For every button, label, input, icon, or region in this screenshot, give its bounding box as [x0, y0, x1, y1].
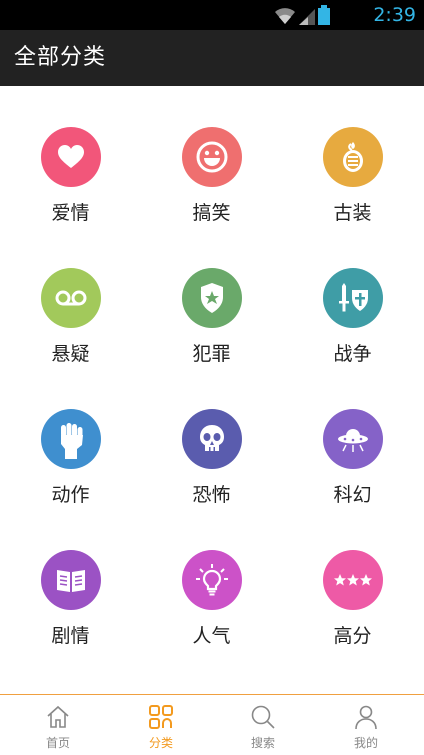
tab-categories[interactable]: 分类	[108, 695, 214, 755]
fist-icon	[61, 423, 83, 459]
tab-label: 搜索	[250, 736, 275, 750]
category-label: 爱情	[51, 202, 90, 224]
category-top-rated[interactable]: 高分	[282, 509, 423, 650]
status-time: 2:39	[373, 4, 416, 26]
category-crime[interactable]: 犯罪	[141, 227, 282, 368]
category-label: 科幻	[333, 484, 372, 506]
tab-label: 首页	[45, 736, 70, 750]
category-circle	[323, 550, 383, 610]
category-costume[interactable]: 古装	[282, 86, 423, 227]
lightbulb-icon	[196, 564, 228, 596]
tab-label: 我的	[353, 736, 378, 750]
category-label: 悬疑	[51, 343, 90, 365]
stars-icon	[334, 574, 372, 586]
category-action[interactable]: 动作	[0, 368, 141, 509]
police-badge-icon	[201, 283, 223, 313]
book-icon	[57, 570, 85, 592]
status-bar: 2:39	[0, 0, 424, 30]
category-circle	[41, 268, 101, 328]
category-circle	[41, 127, 101, 187]
bottom-tab-bar: 首页 分类 搜索 我的	[0, 694, 424, 755]
search-icon	[251, 705, 275, 729]
tab-label: 分类	[148, 736, 173, 750]
category-circle	[323, 268, 383, 328]
category-label: 搞笑	[192, 202, 231, 224]
user-icon	[355, 705, 377, 730]
ufo-icon	[338, 429, 368, 452]
tab-search[interactable]: 搜索	[210, 695, 316, 755]
category-mystery[interactable]: 悬疑	[0, 227, 141, 368]
sword-shield-icon	[339, 283, 368, 312]
category-label: 犯罪	[192, 343, 231, 365]
voicemail-icon	[55, 290, 87, 306]
category-romance[interactable]: 爱情	[0, 86, 141, 227]
category-popular[interactable]: 人气	[141, 509, 282, 650]
category-label: 恐怖	[192, 484, 231, 506]
category-label: 高分	[333, 625, 372, 647]
category-war[interactable]: 战争	[282, 227, 423, 368]
category-circle	[323, 127, 383, 187]
category-label: 动作	[51, 484, 90, 506]
category-label: 剧情	[51, 625, 90, 647]
category-comedy[interactable]: 搞笑	[141, 86, 282, 227]
category-label: 人气	[192, 625, 231, 647]
home-icon	[47, 705, 69, 728]
skull-icon	[200, 425, 224, 451]
wifi-icon	[275, 8, 295, 24]
battery-icon	[318, 5, 330, 25]
category-circle	[182, 550, 242, 610]
category-circle	[182, 127, 242, 187]
category-circle	[41, 409, 101, 469]
category-scifi[interactable]: 科幻	[282, 368, 423, 509]
laughing-face-icon	[196, 141, 228, 173]
category-circle	[182, 268, 242, 328]
helmet-icon	[343, 142, 363, 172]
category-circle	[323, 409, 383, 469]
app-bar: 全部分类	[0, 30, 424, 86]
heart-icon	[58, 145, 84, 168]
category-horror[interactable]: 恐怖	[141, 368, 282, 509]
category-circle	[41, 550, 101, 610]
tab-home[interactable]: 首页	[5, 695, 111, 755]
status-icons	[274, 5, 330, 25]
category-label: 古装	[333, 202, 372, 224]
category-label: 战争	[333, 343, 372, 365]
tab-profile[interactable]: 我的	[313, 695, 419, 755]
signal-icon	[299, 9, 315, 25]
grid-icon	[149, 705, 173, 729]
category-grid: 爱情 搞笑 古装 悬疑 犯罪 战争 动作 恐怖 科幻 剧情 人气 高分	[0, 86, 424, 694]
category-circle	[182, 409, 242, 469]
category-drama[interactable]: 剧情	[0, 509, 141, 650]
page-title: 全部分类	[14, 45, 107, 70]
